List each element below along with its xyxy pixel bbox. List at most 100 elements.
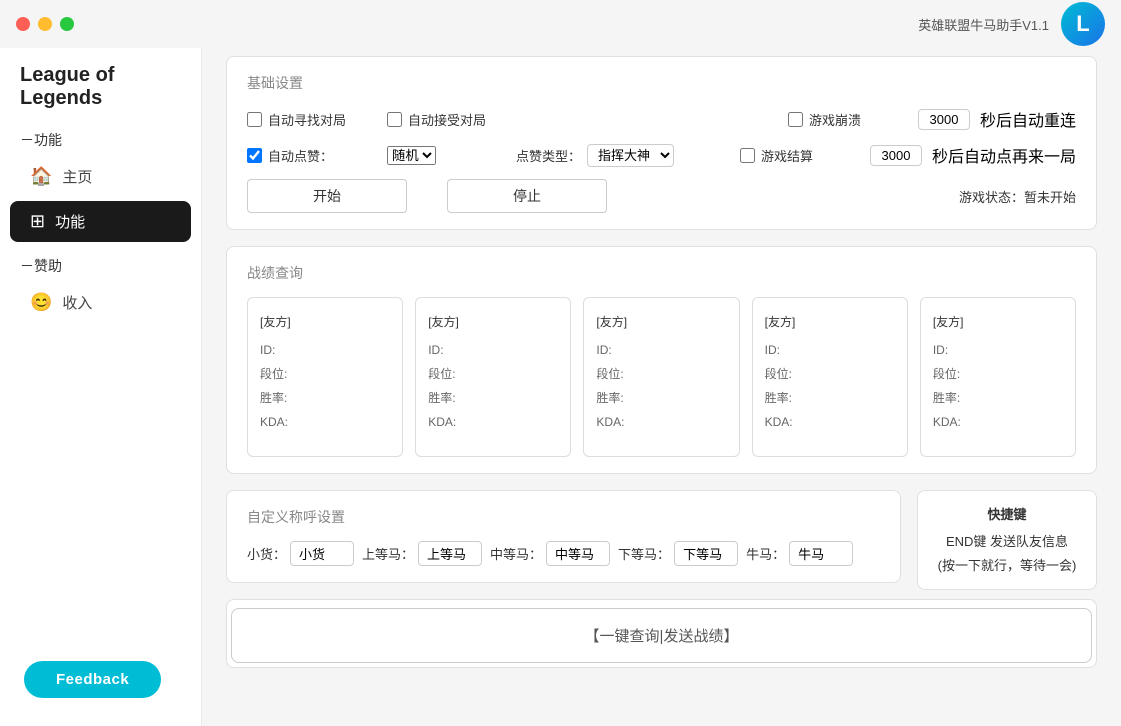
nick-label-3: 中等马： xyxy=(490,544,542,563)
app-logo: L xyxy=(1061,2,1105,46)
winrate-field-3: 胜率: xyxy=(596,386,726,410)
stop-button[interactable]: 停止 xyxy=(447,179,607,213)
rank-field-5: 段位: xyxy=(933,362,1063,386)
kda-field-3: KDA: xyxy=(596,410,726,434)
like-type-setting: 点赞类型： 指挥大神 超神 MVP xyxy=(516,144,674,167)
team-tag-1: [友方] xyxy=(260,310,390,334)
record-card-5: [友方] ID: 段位: 胜率: KDA: xyxy=(920,297,1076,457)
nick-input-4[interactable] xyxy=(674,541,738,566)
game-end-label[interactable]: 游戏结算 xyxy=(740,146,860,165)
team-tag-4: [友方] xyxy=(765,310,895,334)
settings-row-1: 自动寻找对局 自动接受对局 游戏崩溃 秒后自动重连 xyxy=(247,107,1076,131)
game-status: 游戏状态：暂未开始 xyxy=(959,187,1076,206)
record-card-1: [友方] ID: 段位: 胜率: KDA: xyxy=(247,297,403,457)
id-field-2: ID: xyxy=(428,338,558,362)
sidebar-logo: League of Legends xyxy=(0,48,201,118)
game-crash-input[interactable] xyxy=(918,109,970,130)
rank-field-4: 段位: xyxy=(765,362,895,386)
settings-row-3: 开始 停止 游戏状态：暂未开始 xyxy=(247,179,1076,213)
sidebar: League of Legends －功能 🏠 主页 ⊞ 功能 －赞助 😊 收入… xyxy=(0,0,202,726)
nick-input-3[interactable] xyxy=(546,541,610,566)
nick-pair-3: 中等马： xyxy=(490,541,610,566)
nickname-row: 小货： 上等马： 中等马： 下等马： 牛马： xyxy=(247,541,880,566)
shortcut-line1: END键 发送队友信息 xyxy=(934,530,1080,553)
nick-label-5: 牛马： xyxy=(746,544,785,563)
game-crash-label[interactable]: 游戏崩溃 xyxy=(788,110,908,129)
nick-pair-2: 上等马： xyxy=(362,541,482,566)
sidebar-item-function-label: 功能 xyxy=(55,211,85,232)
team-tag-2: [友方] xyxy=(428,310,558,334)
game-end-checkbox[interactable] xyxy=(740,148,755,163)
crash-setting: 游戏崩溃 秒后自动重连 xyxy=(788,107,1076,131)
nick-label-2: 上等马： xyxy=(362,544,414,563)
auto-like-select[interactable]: 随机 全部 无 xyxy=(387,146,436,165)
sidebar-item-income-label: 收入 xyxy=(62,292,92,313)
title-bar: 英雄联盟牛马助手V1.1 L xyxy=(0,0,1121,48)
shortcut-title: 快捷键 xyxy=(934,503,1080,526)
rank-field-2: 段位: xyxy=(428,362,558,386)
record-card-2: [友方] ID: 段位: 胜率: KDA: xyxy=(415,297,571,457)
nickname-settings-title: 自定义称呼设置 xyxy=(247,507,880,527)
shortcut-line2: (按一下就行，等待一会) xyxy=(934,554,1080,577)
feedback-button[interactable]: Feedback xyxy=(24,661,161,698)
nick-pair-1: 小货： xyxy=(247,541,354,566)
rank-field-3: 段位: xyxy=(596,362,726,386)
game-crash-checkbox[interactable] xyxy=(788,112,803,127)
function-icon: ⊞ xyxy=(30,211,45,232)
auto-find-label[interactable]: 自动寻找对局 xyxy=(247,110,367,129)
auto-like-checkbox[interactable] xyxy=(247,148,262,163)
nick-pair-4: 下等马： xyxy=(618,541,738,566)
winrate-field-1: 胜率: xyxy=(260,386,390,410)
basic-settings-title: 基础设置 xyxy=(247,73,1076,93)
nick-input-5[interactable] xyxy=(789,541,853,566)
start-button[interactable]: 开始 xyxy=(247,179,407,213)
id-field-3: ID: xyxy=(596,338,726,362)
id-field-5: ID: xyxy=(933,338,1063,362)
auto-accept-checkbox[interactable] xyxy=(387,112,402,127)
auto-like-label[interactable]: 自动点赞： xyxy=(247,146,367,165)
sidebar-item-home[interactable]: 🏠 主页 xyxy=(10,156,191,197)
record-card-4: [友方] ID: 段位: 胜率: KDA: xyxy=(752,297,908,457)
game-end-suffix: 秒后自动点再来一局 xyxy=(932,143,1076,167)
close-button[interactable] xyxy=(16,17,30,31)
nick-input-2[interactable] xyxy=(418,541,482,566)
sidebar-item-function[interactable]: ⊞ 功能 xyxy=(10,201,191,242)
settings-grid: 自动寻找对局 自动接受对局 游戏崩溃 秒后自动重连 xyxy=(247,107,1076,213)
winrate-field-4: 胜率: xyxy=(765,386,895,410)
app-title-area: 英雄联盟牛马助手V1.1 L xyxy=(918,2,1105,46)
like-type-select[interactable]: 指挥大神 超神 MVP xyxy=(587,144,674,167)
shortcut-box: 快捷键 END键 发送队友信息 (按一下就行，等待一会) xyxy=(917,490,1097,590)
bottom-row: 自定义称呼设置 小货： 上等马： 中等马： 下等马： xyxy=(226,490,1097,599)
game-end-input[interactable] xyxy=(870,145,922,166)
sidebar-item-income[interactable]: 😊 收入 xyxy=(10,282,191,323)
income-icon: 😊 xyxy=(30,292,52,313)
traffic-lights xyxy=(16,17,74,31)
id-field-4: ID: xyxy=(765,338,895,362)
kda-field-5: KDA: xyxy=(933,410,1063,434)
minimize-button[interactable] xyxy=(38,17,52,31)
sidebar-item-home-label: 主页 xyxy=(62,166,92,187)
battle-query-title: 战绩查询 xyxy=(247,263,1076,283)
kda-field-2: KDA: xyxy=(428,410,558,434)
query-send-button[interactable]: 【一键查询|发送战绩】 xyxy=(231,608,1092,663)
game-end-setting: 游戏结算 秒后自动点再来一局 xyxy=(740,143,1076,167)
nickname-settings-card: 自定义称呼设置 小货： 上等马： 中等马： 下等马： xyxy=(226,490,901,583)
basic-settings-card: 基础设置 自动寻找对局 自动接受对局 游戏崩溃 秒 xyxy=(226,56,1097,230)
main-content: 基础设置 自动寻找对局 自动接受对局 游戏崩溃 秒 xyxy=(202,0,1121,726)
game-crash-suffix: 秒后自动重连 xyxy=(980,107,1076,131)
winrate-field-5: 胜率: xyxy=(933,386,1063,410)
id-field-1: ID: xyxy=(260,338,390,362)
auto-find-checkbox[interactable] xyxy=(247,112,262,127)
query-btn-card: 【一键查询|发送战绩】 xyxy=(226,599,1097,668)
sidebar-section-function: －功能 xyxy=(0,118,201,154)
nick-pair-5: 牛马： xyxy=(746,541,853,566)
maximize-button[interactable] xyxy=(60,17,74,31)
app-title-text: 英雄联盟牛马助手V1.1 xyxy=(918,15,1049,34)
nick-input-1[interactable] xyxy=(290,541,354,566)
auto-accept-label[interactable]: 自动接受对局 xyxy=(387,110,507,129)
settings-row-2: 自动点赞： 随机 全部 无 点赞类型： 指挥大神 超神 MVP xyxy=(247,143,1076,167)
battle-query-card: 战绩查询 [友方] ID: 段位: 胜率: KDA: [友方] ID: 段位: … xyxy=(226,246,1097,474)
records-grid: [友方] ID: 段位: 胜率: KDA: [友方] ID: 段位: 胜率: K… xyxy=(247,297,1076,457)
record-card-3: [友方] ID: 段位: 胜率: KDA: xyxy=(583,297,739,457)
kda-field-4: KDA: xyxy=(765,410,895,434)
